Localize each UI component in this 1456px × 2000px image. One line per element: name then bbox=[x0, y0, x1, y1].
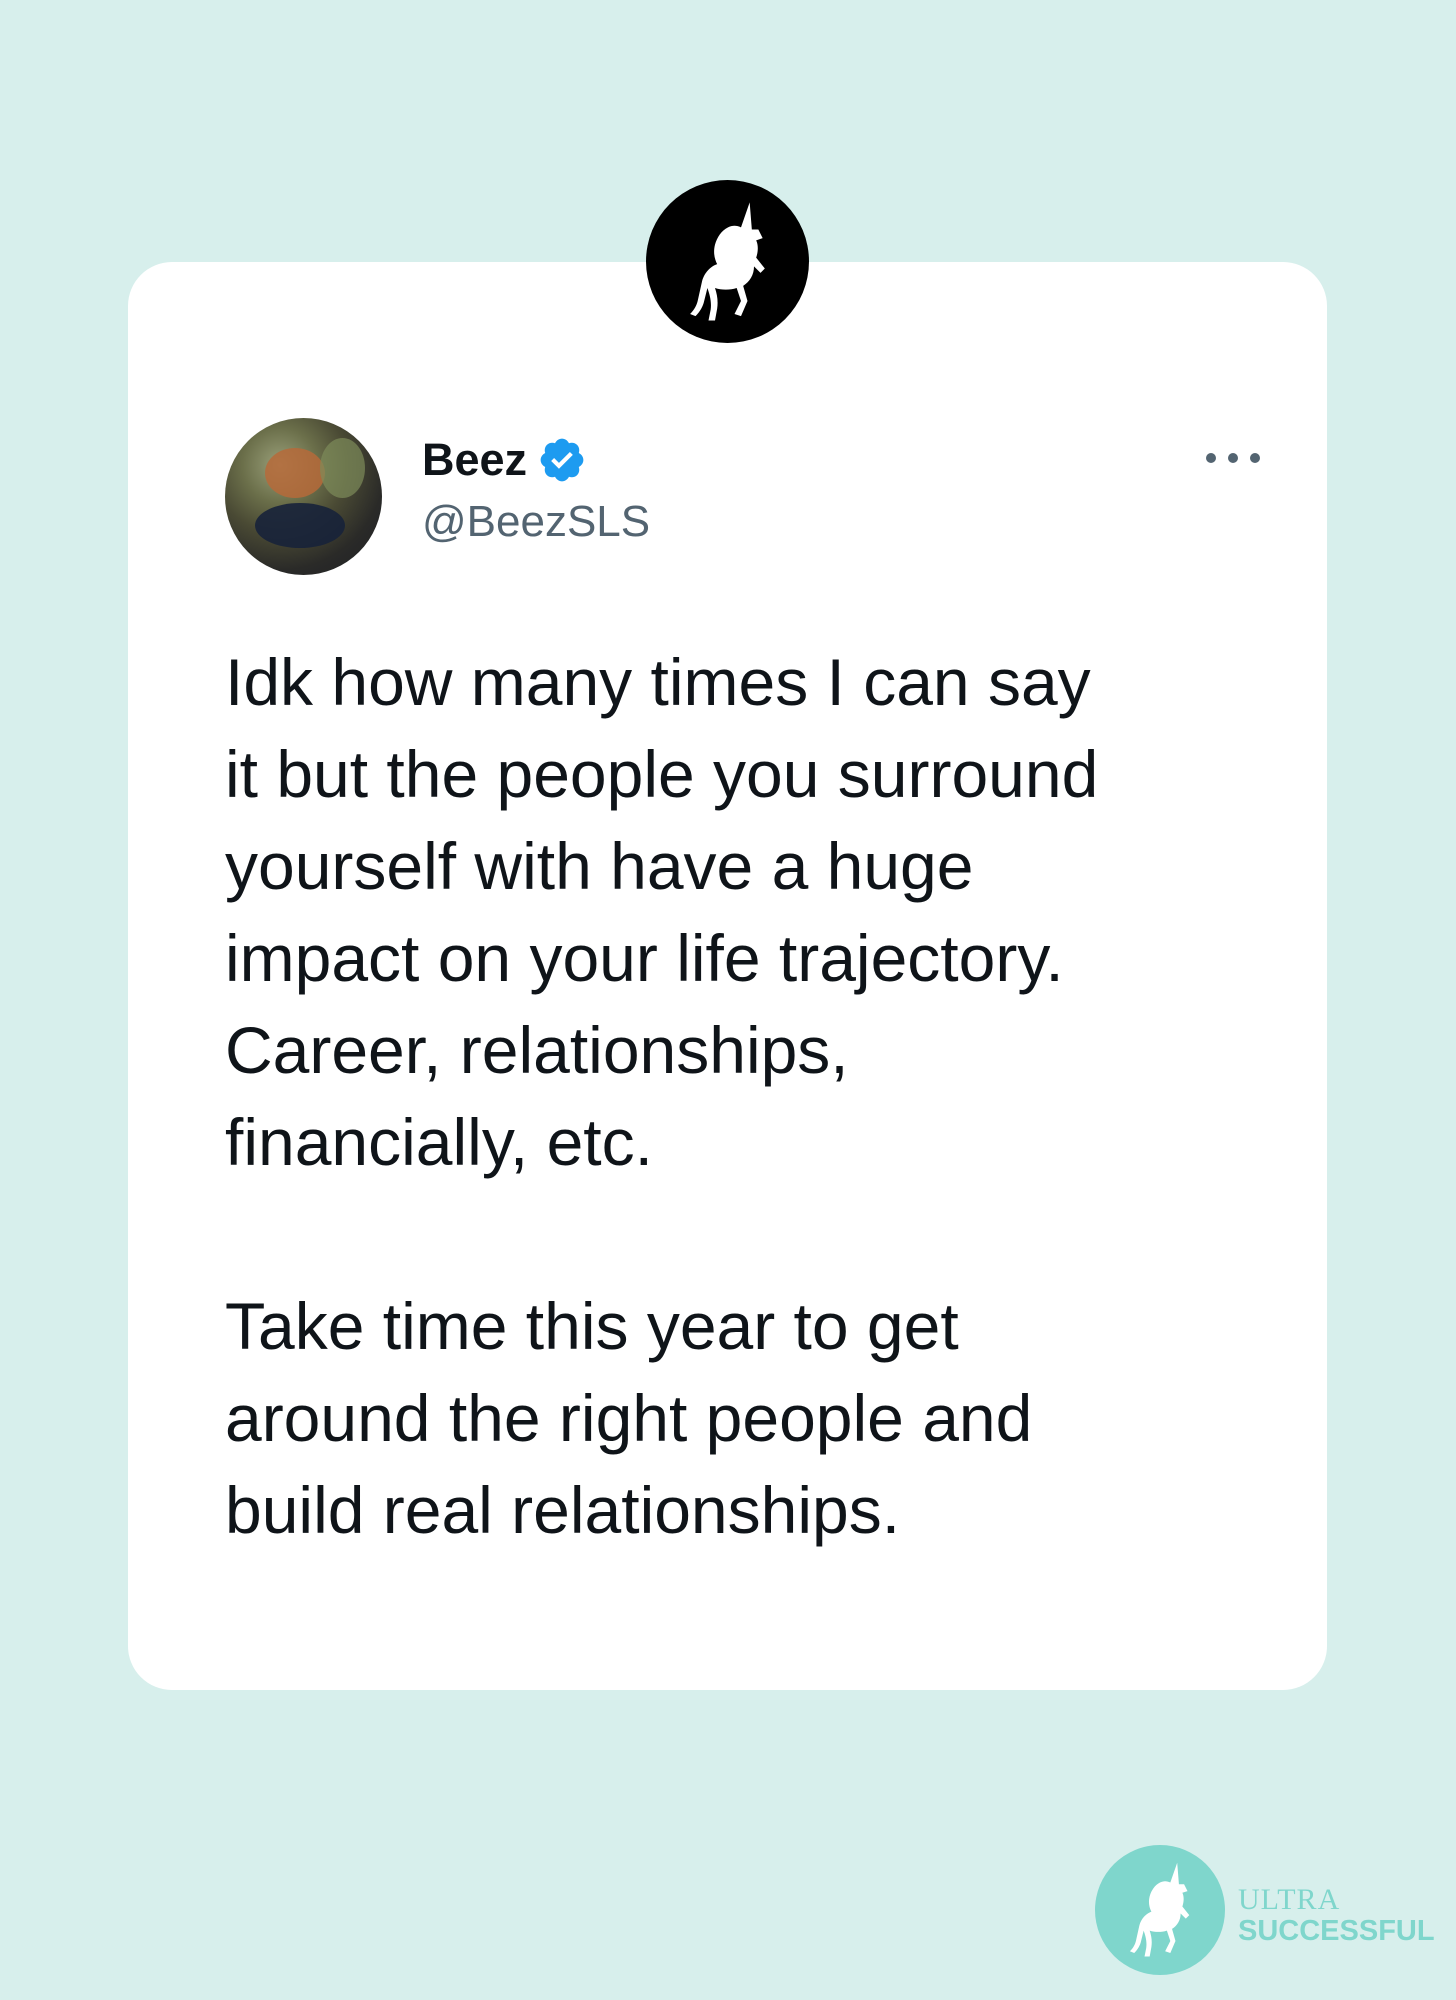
tweet-paragraph-1: Idk how many times I can say it but the … bbox=[225, 645, 1099, 1179]
brand-line-1: ULTRA bbox=[1238, 1883, 1341, 1916]
display-name[interactable]: Beez bbox=[422, 434, 527, 486]
author-name-row: Beez bbox=[422, 432, 587, 488]
unicorn-icon bbox=[689, 201, 765, 320]
verified-check-icon bbox=[537, 435, 587, 485]
unicorn-icon bbox=[1129, 1862, 1190, 1957]
tweet-paragraph-2: Take time this year to get around the ri… bbox=[225, 1289, 1033, 1547]
tweet-body: Idk how many times I can say it but the … bbox=[225, 636, 1285, 1556]
more-options-icon[interactable] bbox=[1206, 448, 1260, 468]
brand-wordmark: ULTRA SUCCESSFUL bbox=[1238, 1885, 1435, 1946]
brand-line-2: SUCCESSFUL bbox=[1238, 1915, 1435, 1947]
author-handle[interactable]: @BeezSLS bbox=[422, 497, 650, 547]
avatar[interactable] bbox=[225, 418, 382, 575]
brand-logo bbox=[1095, 1845, 1225, 1975]
top-unicorn-badge bbox=[646, 180, 809, 343]
